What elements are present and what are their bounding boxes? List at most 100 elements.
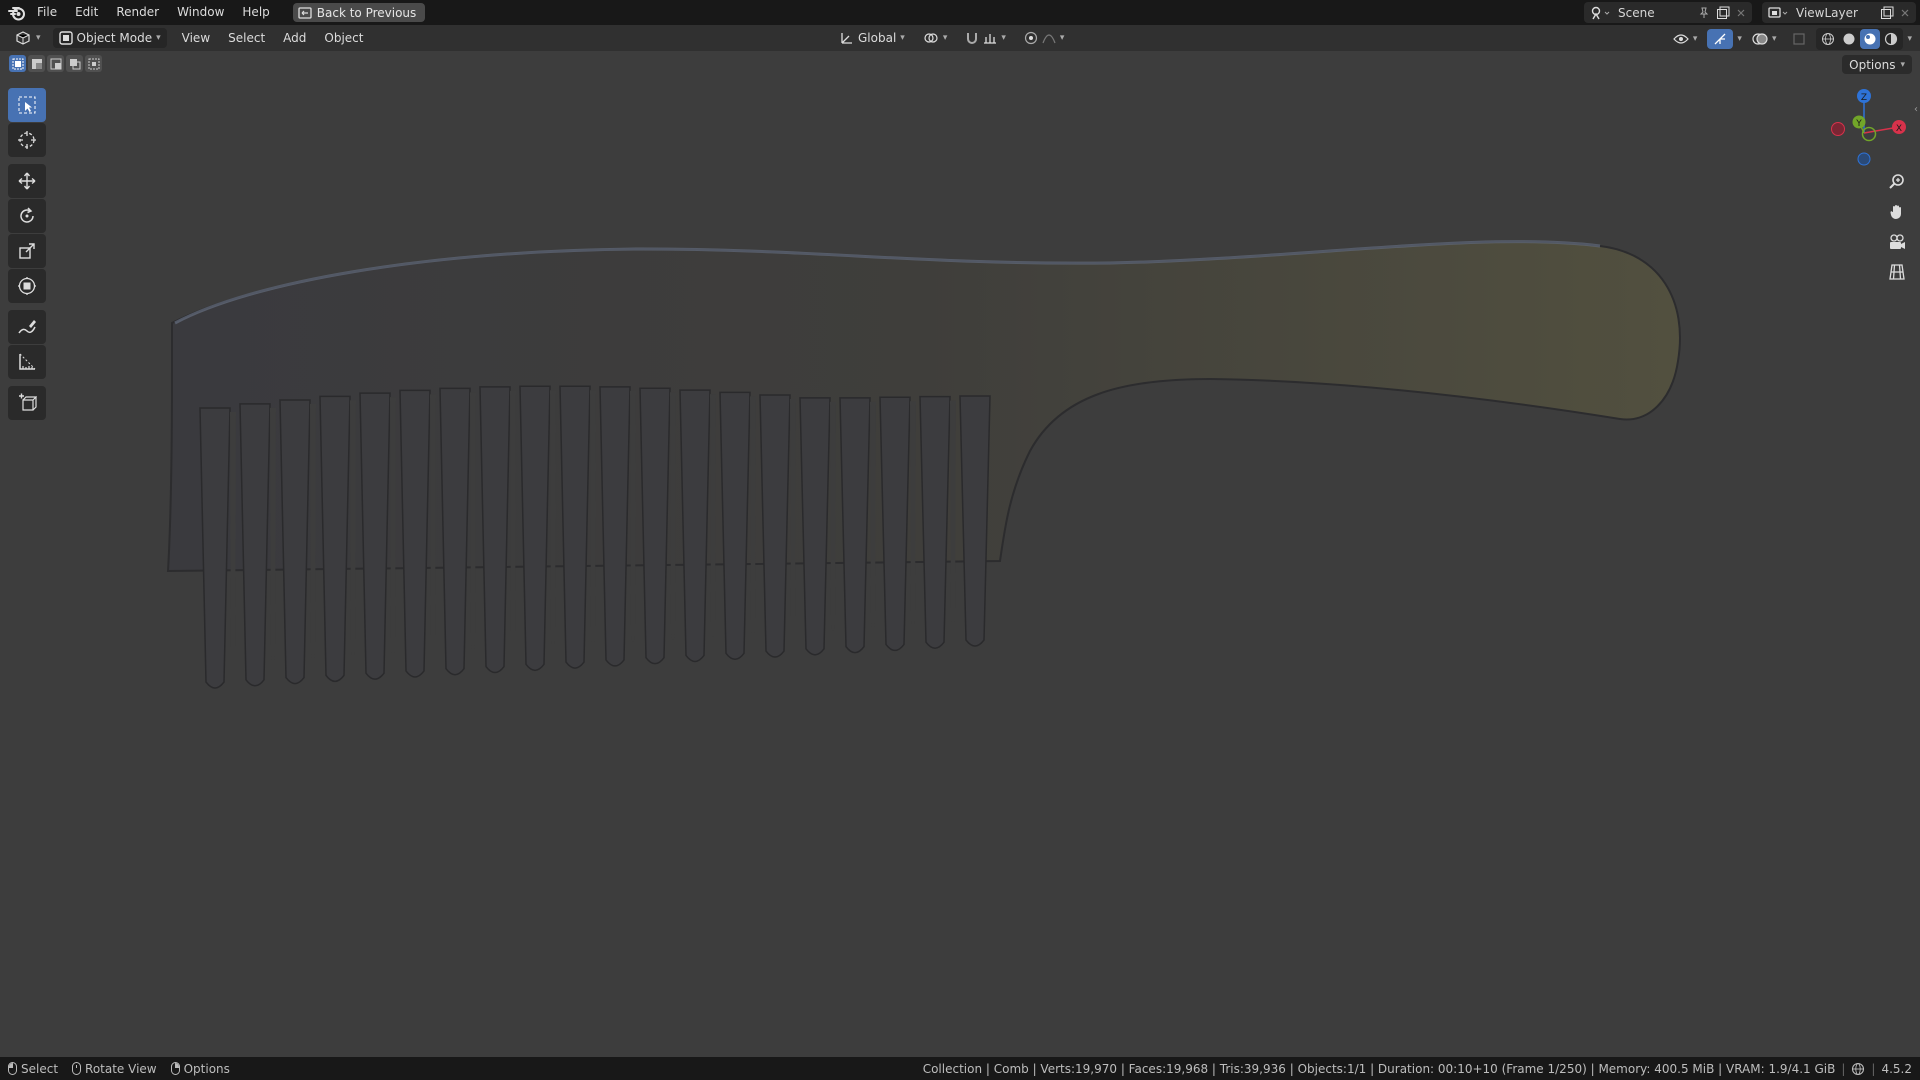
visibility-dropdown[interactable]: ▾ [1667, 29, 1704, 49]
pan-button[interactable] [1882, 198, 1912, 226]
proportional-edit-icon [1024, 31, 1037, 45]
comb-tooth [959, 395, 991, 647]
menu-render[interactable]: Render [107, 0, 168, 25]
blender-logo-icon[interactable] [6, 2, 28, 24]
magnet-icon [967, 33, 978, 44]
gizmo-icon [1714, 33, 1726, 45]
select-subtract-button[interactable] [47, 55, 64, 72]
scene-name[interactable]: Scene [1618, 6, 1692, 20]
select-extend-button[interactable] [28, 55, 45, 72]
material-preview-shading-button[interactable] [1860, 29, 1881, 49]
camera-view-button[interactable] [1882, 228, 1912, 256]
add-cube-tool[interactable] [8, 386, 46, 420]
status-hint-select: Select [8, 1062, 58, 1076]
comb-tooth-gap [830, 401, 836, 631]
chevron-down-icon[interactable]: ▾ [1737, 34, 1742, 44]
menu-edit[interactable]: Edit [66, 0, 107, 25]
hint-options-label: Options [183, 1061, 230, 1076]
object-mode-icon [58, 31, 73, 45]
scene-selector[interactable]: Scene [1584, 2, 1752, 23]
3d-viewport[interactable] [0, 51, 1920, 1057]
comb-tooth-gap [910, 401, 916, 627]
chevron-down-icon: ▾ [1692, 34, 1698, 44]
chevron-down-icon: ▾ [1771, 34, 1777, 44]
comb-tooth-gap [310, 403, 316, 660]
comb-tooth [279, 399, 311, 685]
menu-window[interactable]: Window [168, 0, 233, 25]
cursor-tool[interactable] [8, 123, 46, 157]
annotate-tool[interactable] [8, 310, 46, 344]
delete-view-layer-icon[interactable] [1900, 8, 1910, 18]
comb-tooth [239, 403, 271, 687]
back-to-previous-label: Back to Previous [316, 5, 417, 20]
xray-toggle[interactable] [1786, 29, 1812, 49]
rendered-icon [1885, 32, 1898, 46]
scale-tool[interactable] [8, 234, 46, 268]
snap-toggle[interactable]: ▾ [959, 28, 1012, 48]
comb-tooth-gap [590, 390, 596, 645]
navigation-gizmo[interactable]: Y Z X [1820, 88, 1910, 168]
pivot-point-dropdown[interactable]: ▾ [917, 28, 954, 48]
view-layer-selector[interactable]: ViewLayer [1762, 2, 1916, 23]
chevron-down-icon: ▾ [36, 33, 41, 43]
back-to-previous-button[interactable]: Back to Previous [292, 3, 426, 22]
comb-tooth [759, 394, 791, 658]
menu-file[interactable]: File [28, 0, 66, 25]
chevron-down-icon[interactable]: ▾ [1907, 34, 1912, 44]
menu-object[interactable]: Object [315, 26, 372, 51]
solid-shading-button[interactable] [1839, 29, 1859, 49]
menu-view[interactable]: View [173, 26, 219, 51]
comb-tooth [479, 386, 511, 674]
measure-tool[interactable] [8, 345, 46, 379]
z-axis-label: Z [1861, 93, 1867, 103]
shading-modes [1816, 28, 1904, 50]
new-scene-icon[interactable] [1716, 6, 1730, 20]
comb-tooth [559, 385, 591, 669]
pin-icon[interactable] [1698, 7, 1710, 19]
cursor-icon [18, 131, 36, 149]
view-layer-icon [1768, 6, 1788, 18]
xray-icon [1793, 33, 1806, 45]
new-view-layer-icon[interactable] [1880, 6, 1894, 20]
editor-type-button[interactable]: ▾ [8, 28, 47, 48]
proportional-editing-toggle[interactable]: ▾ [1018, 28, 1071, 48]
comb-tooth [359, 392, 391, 680]
transform-orientation-dropdown[interactable]: Global ▾ [834, 28, 911, 48]
zoom-button[interactable] [1882, 168, 1912, 196]
transform-tool[interactable] [8, 269, 46, 303]
select-new-button[interactable] [9, 55, 26, 72]
menu-add[interactable]: Add [274, 26, 315, 51]
menu-select[interactable]: Select [219, 26, 274, 51]
scale-icon [19, 243, 35, 259]
mode-dropdown[interactable]: Object Mode ▾ [52, 28, 167, 48]
viewport-options-button[interactable]: Options ▾ [1842, 55, 1912, 74]
gizmo-toggle[interactable] [1707, 29, 1734, 49]
comb-tooth [519, 385, 551, 672]
orientation-global-icon [841, 33, 852, 44]
move-tool[interactable] [8, 164, 46, 198]
rotate-tool[interactable] [8, 199, 46, 233]
comb-tooth [639, 387, 671, 665]
wireframe-shading-button[interactable] [1818, 29, 1838, 49]
comb-object[interactable] [0, 51, 1920, 1057]
perspective-toggle-button[interactable] [1882, 258, 1912, 286]
rendered-shading-button[interactable] [1881, 29, 1901, 49]
select-difference-button[interactable] [66, 55, 83, 72]
select-box-tool[interactable] [8, 88, 46, 122]
add-cube-icon [19, 393, 37, 411]
chevron-down-icon: ▾ [1059, 33, 1065, 43]
select-subtract-icon [50, 58, 61, 69]
delete-scene-icon[interactable] [1736, 8, 1746, 18]
overlays-toggle[interactable]: ▾ [1746, 29, 1783, 49]
solid-icon [1843, 33, 1855, 45]
sidebar-toggle-icon[interactable]: ‹ [1914, 104, 1918, 115]
transform-icon [18, 277, 36, 295]
menu-help[interactable]: Help [233, 0, 278, 25]
comb-tooth [879, 396, 911, 652]
x-axis-label: X [1896, 124, 1902, 134]
select-intersect-button[interactable] [85, 55, 102, 72]
camera-icon [1890, 234, 1905, 249]
comb-tooth [599, 386, 631, 667]
measure-icon [19, 353, 36, 370]
view-layer-name[interactable]: ViewLayer [1796, 6, 1874, 20]
